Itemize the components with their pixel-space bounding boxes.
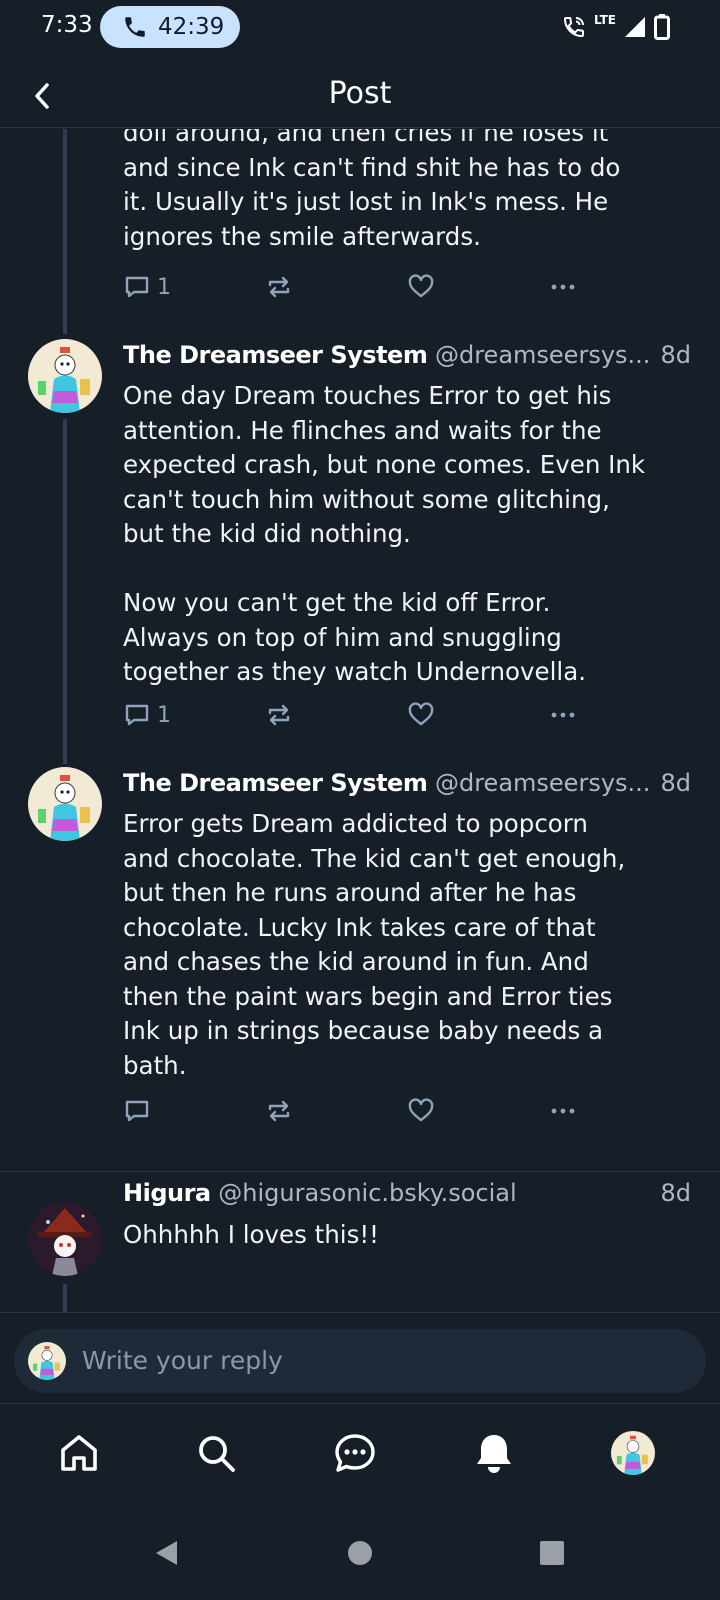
- reply-button[interactable]: 1: [123, 271, 171, 303]
- call-duration: 42:39: [158, 14, 225, 40]
- header: Post: [0, 64, 720, 128]
- reply-count: 1: [157, 702, 171, 728]
- like-button[interactable]: [407, 271, 435, 303]
- status-time: 7:33: [41, 12, 93, 38]
- system-home-button[interactable]: [340, 1533, 380, 1573]
- nav-search[interactable]: [190, 1427, 242, 1479]
- more-button[interactable]: [549, 271, 577, 303]
- avatar[interactable]: [28, 1202, 102, 1276]
- system-nav-bar: [0, 1505, 720, 1600]
- system-back-button[interactable]: [147, 1533, 187, 1573]
- reply-avatar: [28, 1342, 66, 1380]
- status-bar: 7:33 42:39 LTE: [0, 0, 720, 52]
- post-text: doll around, and then cries if he loses …: [123, 129, 621, 251]
- nav-profile[interactable]: [607, 1427, 659, 1479]
- avatar[interactable]: [28, 339, 102, 413]
- more-icon: [551, 284, 575, 290]
- post-time: 8d: [656, 1179, 691, 1207]
- thread-line: [63, 419, 67, 764]
- page-title: Post: [328, 76, 392, 111]
- comment-icon: [125, 704, 149, 726]
- nav-chat[interactable]: [329, 1427, 381, 1479]
- post-text: Ohhhhh I loves this!!: [123, 1220, 379, 1249]
- post-actions: 1: [123, 699, 593, 731]
- chat-icon: [335, 1434, 375, 1472]
- more-icon: [551, 712, 575, 718]
- comment-icon: [125, 276, 149, 298]
- signal-icon: [625, 17, 645, 37]
- nav-home[interactable]: [53, 1427, 105, 1479]
- battery-icon: [654, 14, 670, 40]
- thread-feed[interactable]: doll around, and then cries if he loses …: [0, 129, 720, 1312]
- repost-button[interactable]: [265, 1095, 293, 1127]
- author-name[interactable]: The Dreamseer System: [123, 769, 428, 797]
- post-text: One day Dream touches Error to get his a…: [123, 381, 646, 686]
- author-handle[interactable]: @dreamseersys...: [435, 769, 650, 797]
- heart-icon: [408, 1098, 434, 1122]
- more-button[interactable]: [549, 1095, 577, 1127]
- like-button[interactable]: [407, 699, 435, 731]
- author-name[interactable]: Higura: [123, 1179, 211, 1207]
- heart-icon: [408, 702, 434, 726]
- wifi-call-icon: [563, 17, 584, 38]
- thread-line: [63, 129, 67, 334]
- repost-icon: [268, 704, 290, 726]
- author-row: The Dreamseer System @dreamseersys... 8d: [123, 341, 691, 369]
- like-button[interactable]: [407, 1095, 435, 1127]
- reply-button[interactable]: 1: [123, 699, 171, 731]
- reply-count: 1: [157, 274, 171, 300]
- more-button[interactable]: [549, 699, 577, 731]
- comment-icon: [125, 1100, 149, 1122]
- author-row: The Dreamseer System @dreamseersys... 8d: [123, 769, 691, 797]
- network-type: LTE: [593, 13, 616, 27]
- author-name[interactable]: The Dreamseer System: [123, 341, 428, 369]
- status-icons: LTE: [562, 13, 670, 40]
- author-row: Higura @higurasonic.bsky.social 8d: [123, 1179, 691, 1207]
- heart-icon: [408, 274, 434, 298]
- repost-button[interactable]: [265, 271, 293, 303]
- reply-placeholder: Write your reply: [82, 1346, 283, 1375]
- thread-line: [63, 1284, 67, 1312]
- post-time: 8d: [656, 769, 691, 797]
- triangle-back-icon: [156, 1541, 177, 1565]
- repost-button[interactable]: [265, 699, 293, 731]
- reply-composer-bar: Write your reply: [0, 1312, 720, 1404]
- square-recents-icon: [540, 1541, 564, 1565]
- author-handle[interactable]: @higurasonic.bsky.social: [218, 1179, 516, 1207]
- repost-icon: [268, 276, 290, 298]
- author-handle[interactable]: @dreamseersys...: [435, 341, 650, 369]
- more-icon: [551, 1108, 575, 1114]
- profile-avatar: [611, 1431, 655, 1475]
- home-icon: [61, 1435, 97, 1471]
- circle-home-icon: [348, 1541, 372, 1565]
- avatar[interactable]: [28, 767, 102, 841]
- reply-input[interactable]: Write your reply: [14, 1329, 706, 1393]
- reply-button[interactable]: [123, 1095, 157, 1127]
- post-actions: 1: [123, 271, 593, 303]
- ongoing-call-pill[interactable]: 42:39: [100, 6, 240, 48]
- search-icon: [199, 1436, 235, 1472]
- system-recents-button[interactable]: [532, 1533, 572, 1573]
- bottom-nav: [0, 1405, 720, 1505]
- repost-icon: [268, 1100, 290, 1122]
- divider: [0, 1171, 720, 1172]
- phone-icon: [125, 17, 145, 37]
- post-actions: [123, 1095, 593, 1127]
- bell-icon: [477, 1435, 511, 1473]
- post-time: 8d: [656, 341, 691, 369]
- post-text: Error gets Dream addicted to popcorn and…: [123, 809, 626, 1080]
- nav-notifications[interactable]: [468, 1427, 520, 1479]
